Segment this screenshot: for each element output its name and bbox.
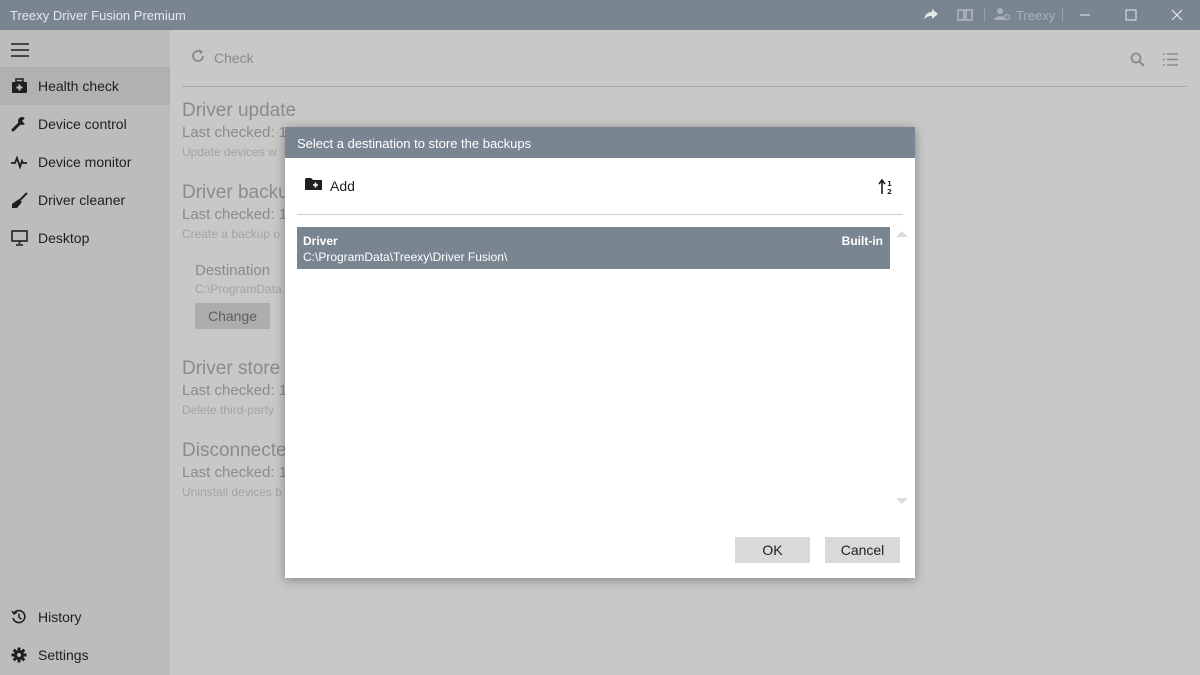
section-last-checked: Last checked: 1 [182, 464, 288, 481]
sidebar-item-label: Settings [38, 647, 89, 663]
book-icon[interactable] [955, 5, 975, 25]
user-icon [994, 7, 1011, 24]
destination-path: C:\ProgramData\Treexy\Driver Fusion\ [303, 250, 508, 264]
sidebar-item-label: Driver cleaner [38, 192, 126, 208]
scroll-up-arrow-icon[interactable] [896, 231, 908, 237]
dialog-divider [297, 214, 903, 215]
section-last-checked: Last checked: 1 [182, 206, 288, 223]
broom-icon [10, 191, 28, 209]
gear-icon [10, 646, 28, 664]
destination-path: C:\ProgramData [195, 282, 282, 296]
refresh-icon [190, 48, 206, 67]
destination-list-item[interactable]: Driver C:\ProgramData\Treexy\Driver Fusi… [297, 227, 890, 269]
close-button[interactable] [1154, 0, 1200, 30]
monitor-icon [10, 229, 28, 247]
cancel-button[interactable]: Cancel [825, 537, 900, 563]
sidebar-item-label: History [38, 609, 82, 625]
pulse-icon [10, 153, 28, 171]
sidebar-item-device-control[interactable]: Device control [0, 105, 170, 143]
add-folder-icon [305, 177, 322, 194]
dialog-title: Select a destination to store the backup… [297, 136, 532, 151]
sidebar-item-driver-cleaner[interactable]: Driver cleaner [0, 181, 170, 219]
scroll-down-arrow-icon[interactable] [896, 498, 908, 504]
user-name: Treexy [1016, 8, 1056, 23]
sidebar-item-settings[interactable]: Settings [0, 636, 170, 674]
sidebar-item-device-monitor[interactable]: Device monitor [0, 143, 170, 181]
destination-name: Driver [303, 234, 338, 248]
sidebar-item-label: Device control [38, 116, 127, 132]
window-title: Treexy Driver Fusion Premium [10, 8, 186, 23]
hamburger-menu-icon[interactable] [8, 38, 32, 62]
maximize-button[interactable] [1108, 0, 1154, 30]
section-description: Update devices w [182, 145, 277, 159]
titlebar-separator [984, 8, 985, 22]
section-last-checked: Last checked: 1 [182, 382, 288, 399]
history-icon [10, 608, 28, 626]
section-title: Driver backu [182, 182, 289, 203]
change-destination-button[interactable]: Change [195, 303, 270, 329]
ok-button[interactable]: OK [735, 537, 810, 563]
dialog-header: Select a destination to store the backup… [285, 127, 915, 158]
medical-kit-icon [10, 77, 28, 95]
sidebar-item-label: Desktop [38, 230, 90, 246]
sidebar-item-desktop[interactable]: Desktop [0, 219, 170, 257]
wrench-icon [10, 115, 28, 133]
search-icon[interactable] [1127, 50, 1147, 68]
minimize-button[interactable] [1062, 0, 1108, 30]
sort-icon[interactable]: 12 [877, 178, 895, 196]
section-title: Driver store [182, 358, 281, 379]
user-account[interactable]: Treexy [994, 7, 1055, 24]
add-label: Add [330, 177, 355, 194]
toolbar-divider [182, 86, 1187, 87]
backup-destination-dialog: Select a destination to store the backup… [285, 127, 915, 578]
sidebar-item-label: Health check [38, 78, 119, 94]
list-view-icon[interactable] [1160, 50, 1180, 68]
sidebar-item-history[interactable]: History [0, 598, 170, 636]
sidebar-item-health-check[interactable]: Health check [0, 67, 170, 105]
sidebar: Health check Device control Device monit… [0, 30, 170, 675]
svg-text:1: 1 [887, 180, 892, 188]
svg-text:2: 2 [887, 188, 892, 195]
section-title: Disconnecte [182, 440, 287, 461]
add-destination-button[interactable]: Add [305, 177, 355, 194]
section-title: Driver update [182, 100, 297, 121]
share-icon[interactable] [921, 5, 941, 25]
built-in-badge: Built-in [841, 234, 883, 248]
destination-label: Destination [195, 262, 271, 279]
section-description: Delete third-party [182, 403, 275, 417]
check-button[interactable]: Check [190, 48, 254, 67]
sidebar-item-label: Device monitor [38, 154, 132, 170]
section-description: Create a backup o [182, 227, 281, 241]
section-description: Uninstall devices b [182, 485, 283, 499]
title-bar: Treexy Driver Fusion Premium Treexy [0, 0, 1200, 30]
check-label: Check [214, 49, 254, 66]
